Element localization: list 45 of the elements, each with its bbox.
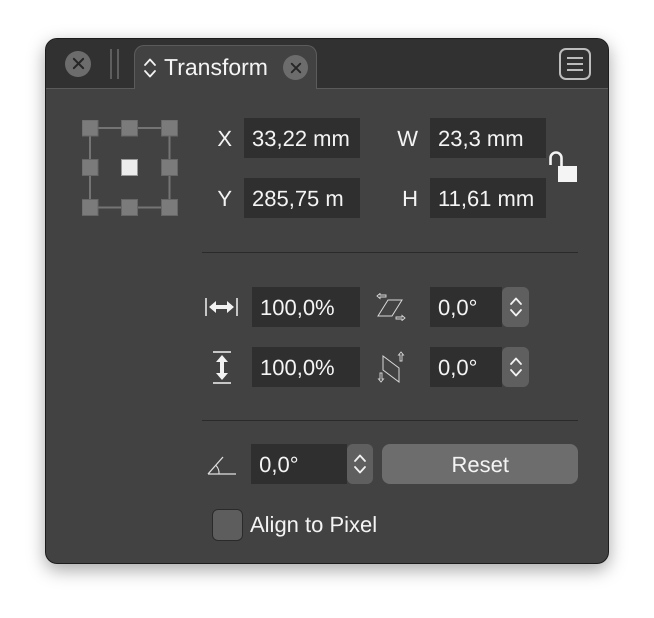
close-icon [72, 57, 84, 70]
anchor-point[interactable] [121, 120, 138, 136]
stepper-button[interactable] [502, 347, 529, 387]
stepper-button[interactable] [502, 287, 529, 327]
anchor-point[interactable] [121, 199, 138, 216]
stepper-button[interactable] [347, 444, 374, 484]
number-field[interactable]: 100,0% [252, 347, 360, 387]
anchor-point[interactable] [121, 159, 138, 176]
chevron-up-down-icon [508, 296, 522, 318]
tab[interactable]: Transform [134, 45, 317, 89]
chevron-up-down-icon [508, 356, 522, 378]
number-field[interactable]: 285,75 m [244, 178, 360, 218]
number-field[interactable]: 100,0% [252, 287, 360, 327]
anchor-point[interactable] [161, 199, 178, 216]
anchor-point[interactable] [82, 120, 98, 136]
number-field[interactable]: 0,0° [430, 347, 502, 387]
field-label: X [217, 124, 233, 152]
unlocked-padlock-icon[interactable] [548, 150, 578, 182]
anchor-point[interactable] [161, 159, 178, 176]
checkbox-label: Align to Pixel [250, 511, 378, 539]
vertical-shear-icon [377, 351, 405, 383]
number-field[interactable]: 11,61 mm [430, 178, 546, 218]
field-label: Y [217, 184, 233, 212]
horizontal-scale-icon [205, 296, 238, 318]
chevron-up-down-icon [353, 453, 368, 475]
menu-icon [566, 56, 584, 72]
number-field[interactable]: 33,22 mm [244, 118, 360, 158]
checkbox[interactable] [212, 508, 243, 540]
number-field[interactable]: 0,0° [430, 287, 502, 327]
vertical-scale-icon [210, 350, 232, 384]
anchor-point[interactable] [161, 120, 178, 136]
menu-button[interactable] [559, 48, 591, 80]
anchor-point[interactable] [82, 159, 98, 176]
chevron-up-down-icon [143, 56, 157, 78]
field-label: W [397, 124, 419, 152]
anchor-point[interactable] [82, 199, 98, 216]
field-label: H [402, 184, 419, 212]
tab-close-button[interactable] [283, 55, 308, 80]
close-icon [290, 62, 302, 74]
reset-button[interactable]: Reset [382, 444, 578, 484]
number-field[interactable]: 23,3 mm [430, 118, 546, 158]
grip-handle[interactable] [110, 48, 119, 78]
horizontal-shear-icon [376, 293, 406, 321]
close-button[interactable] [65, 50, 91, 76]
number-field[interactable]: 0,0° [251, 444, 348, 484]
